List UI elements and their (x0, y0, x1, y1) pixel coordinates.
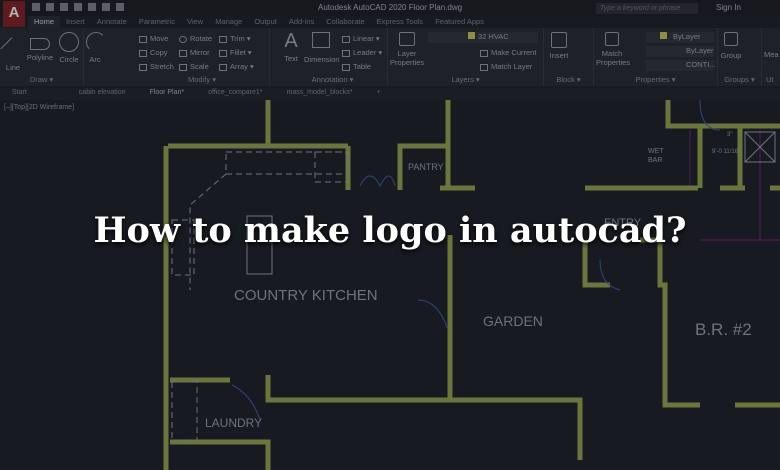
layers-panel-title[interactable]: Layers ▾ (388, 75, 543, 84)
modify-panel-title[interactable]: Modify ▾ (135, 75, 269, 84)
file-tab-mass-model-blocks[interactable]: mass_model_blocks* (275, 88, 365, 100)
table-button[interactable]: Table (342, 62, 371, 71)
tab-featured-apps[interactable]: Featured Apps (429, 16, 490, 28)
bar-label: BAR (648, 157, 662, 164)
dimension-button[interactable]: Dimension (304, 32, 339, 64)
measure-button[interactable]: Mea (764, 50, 780, 59)
draw-panel: Line Polyline Circle Draw ▾ (0, 28, 84, 86)
circle-label: Circle (59, 55, 79, 64)
tab-collaborate[interactable]: Collaborate (320, 16, 370, 28)
polyline-label: Polyline (26, 53, 54, 62)
linetype-dropdown[interactable]: ByLayer (646, 46, 714, 57)
group-icon (724, 32, 738, 46)
arc-area: Arc (84, 28, 106, 86)
copy-button[interactable]: Copy (139, 48, 168, 57)
match-properties-icon (605, 32, 619, 46)
laundry-label: LAUNDRY (205, 416, 262, 430)
arc-label: Arc (89, 55, 101, 64)
circle-button[interactable]: Circle (57, 32, 81, 64)
title-bar: Autodesk AutoCAD 2020 Floor Plan.dwg Typ… (0, 0, 780, 16)
window-title: Autodesk AutoCAD 2020 Floor Plan.dwg (318, 3, 463, 12)
color-dropdown[interactable]: ByLayer (646, 32, 714, 43)
fillet-button[interactable]: Fillet ▾ (219, 48, 252, 57)
text-button[interactable]: A Text (280, 30, 302, 63)
tab-manage[interactable]: Manage (209, 16, 248, 28)
layer-properties-button[interactable]: Layer Properties (390, 32, 424, 67)
match-layer-button[interactable]: Match Layer (480, 62, 532, 71)
dimension-label-2: 3" (727, 132, 732, 138)
dimension-icon (312, 32, 330, 48)
line-label: Line (5, 63, 21, 72)
layers-icon (399, 32, 415, 46)
polyline-button[interactable]: Polyline (26, 32, 54, 62)
annotation-panel: A Text Dimension Linear ▾ Leader ▾ Table … (278, 28, 388, 86)
annotation-panel-title[interactable]: Annotation ▾ (278, 75, 387, 84)
rotate-button[interactable]: Rotate (179, 34, 212, 43)
lineweight-dropdown[interactable]: CONTI... (646, 60, 716, 71)
wet-label: WET (648, 148, 664, 155)
layer-dropdown[interactable]: 32 HVAC (428, 32, 538, 43)
circle-icon (59, 32, 79, 52)
quick-access-toolbar[interactable] (32, 3, 124, 11)
insert-icon (551, 32, 567, 48)
block-panel: Insert Block ▾ (544, 28, 594, 86)
tab-view[interactable]: View (181, 16, 209, 28)
array-button[interactable]: Array ▾ (219, 62, 254, 71)
insert-button[interactable]: Insert (546, 32, 572, 60)
ribbon-tabs: Home Insert Annotate Parametric View Man… (28, 16, 490, 28)
kitchen-label: COUNTRY KITCHEN (234, 287, 378, 304)
tab-home[interactable]: Home (28, 16, 61, 28)
stretch-button[interactable]: Stretch (139, 62, 174, 71)
tab-insert[interactable]: Insert (60, 16, 91, 28)
leader-button[interactable]: Leader ▾ (342, 48, 382, 57)
tab-output[interactable]: Output (248, 16, 283, 28)
block-panel-title[interactable]: Block ▾ (544, 75, 593, 84)
dimension-label: 9'-0 11/16" (712, 149, 740, 155)
utilities-panel: Mea Ut (762, 28, 780, 86)
sign-in-button[interactable]: Sign In (716, 3, 741, 12)
file-tab-cabin-elevation[interactable]: cabin elevation (67, 88, 138, 100)
move-button[interactable]: Move (139, 34, 168, 43)
trim-button[interactable]: Trim ▾ (219, 34, 251, 43)
tab-add-ins[interactable]: Add-ins (283, 16, 320, 28)
garden-label: GARDEN (483, 313, 543, 329)
file-tab-start[interactable]: Start (0, 88, 67, 100)
headline: How to make logo in autocad? (93, 210, 687, 251)
linear-button[interactable]: Linear ▾ (342, 34, 380, 43)
modify-panel: Move Rotate Trim ▾ Copy Mirror Fillet ▾ … (135, 28, 270, 86)
file-tab-floor-plan[interactable]: Floor Plan* (138, 88, 197, 100)
search-input[interactable]: Type a keyword or phrase (596, 3, 698, 14)
viewport-controls[interactable]: [–][Top][2D Wireframe] (4, 104, 74, 111)
group-button[interactable]: Group (720, 32, 742, 60)
match-properties-button[interactable]: Match Properties (596, 32, 630, 67)
scale-button[interactable]: Scale (179, 62, 209, 71)
tab-parametric[interactable]: Parametric (133, 16, 181, 28)
draw-panel-title[interactable]: Draw ▾ (0, 75, 83, 84)
properties-panel-title[interactable]: Properties ▾ (594, 75, 717, 84)
ribbon: Line Polyline Circle Draw ▾ Arc Move Rot… (0, 28, 780, 86)
file-tab-office-compare[interactable]: office_compare1* (196, 88, 274, 100)
utilities-panel-title[interactable]: Ut (766, 75, 780, 84)
tab-annotate[interactable]: Annotate (91, 16, 133, 28)
tab-express-tools[interactable]: Express Tools (371, 16, 430, 28)
br2-label: B.R. #2 (695, 320, 752, 339)
text-icon: A (284, 30, 298, 52)
groups-panel: Group Groups ▾ (718, 28, 762, 86)
groups-panel-title[interactable]: Groups ▾ (718, 75, 761, 84)
file-tabs: Start cabin elevation Floor Plan* office… (0, 88, 780, 100)
line-button[interactable]: Line (0, 32, 26, 72)
new-tab-button[interactable]: + (365, 88, 393, 100)
app-menu-button[interactable]: A (3, 1, 25, 27)
properties-panel: Match Properties ByLayer ByLayer CONTI..… (594, 28, 718, 86)
mirror-button[interactable]: Mirror (179, 48, 210, 57)
arc-button[interactable]: Arc (86, 32, 106, 64)
layers-panel: Layer Properties 32 HVAC Make Current Ma… (388, 28, 544, 86)
make-current-button[interactable]: Make Current (480, 48, 536, 57)
pantry-label: PANTRY (408, 162, 444, 172)
drawing-canvas[interactable]: PANTRY COUNTRY KITCHEN GARDEN LAUNDRY EN… (0, 100, 780, 470)
